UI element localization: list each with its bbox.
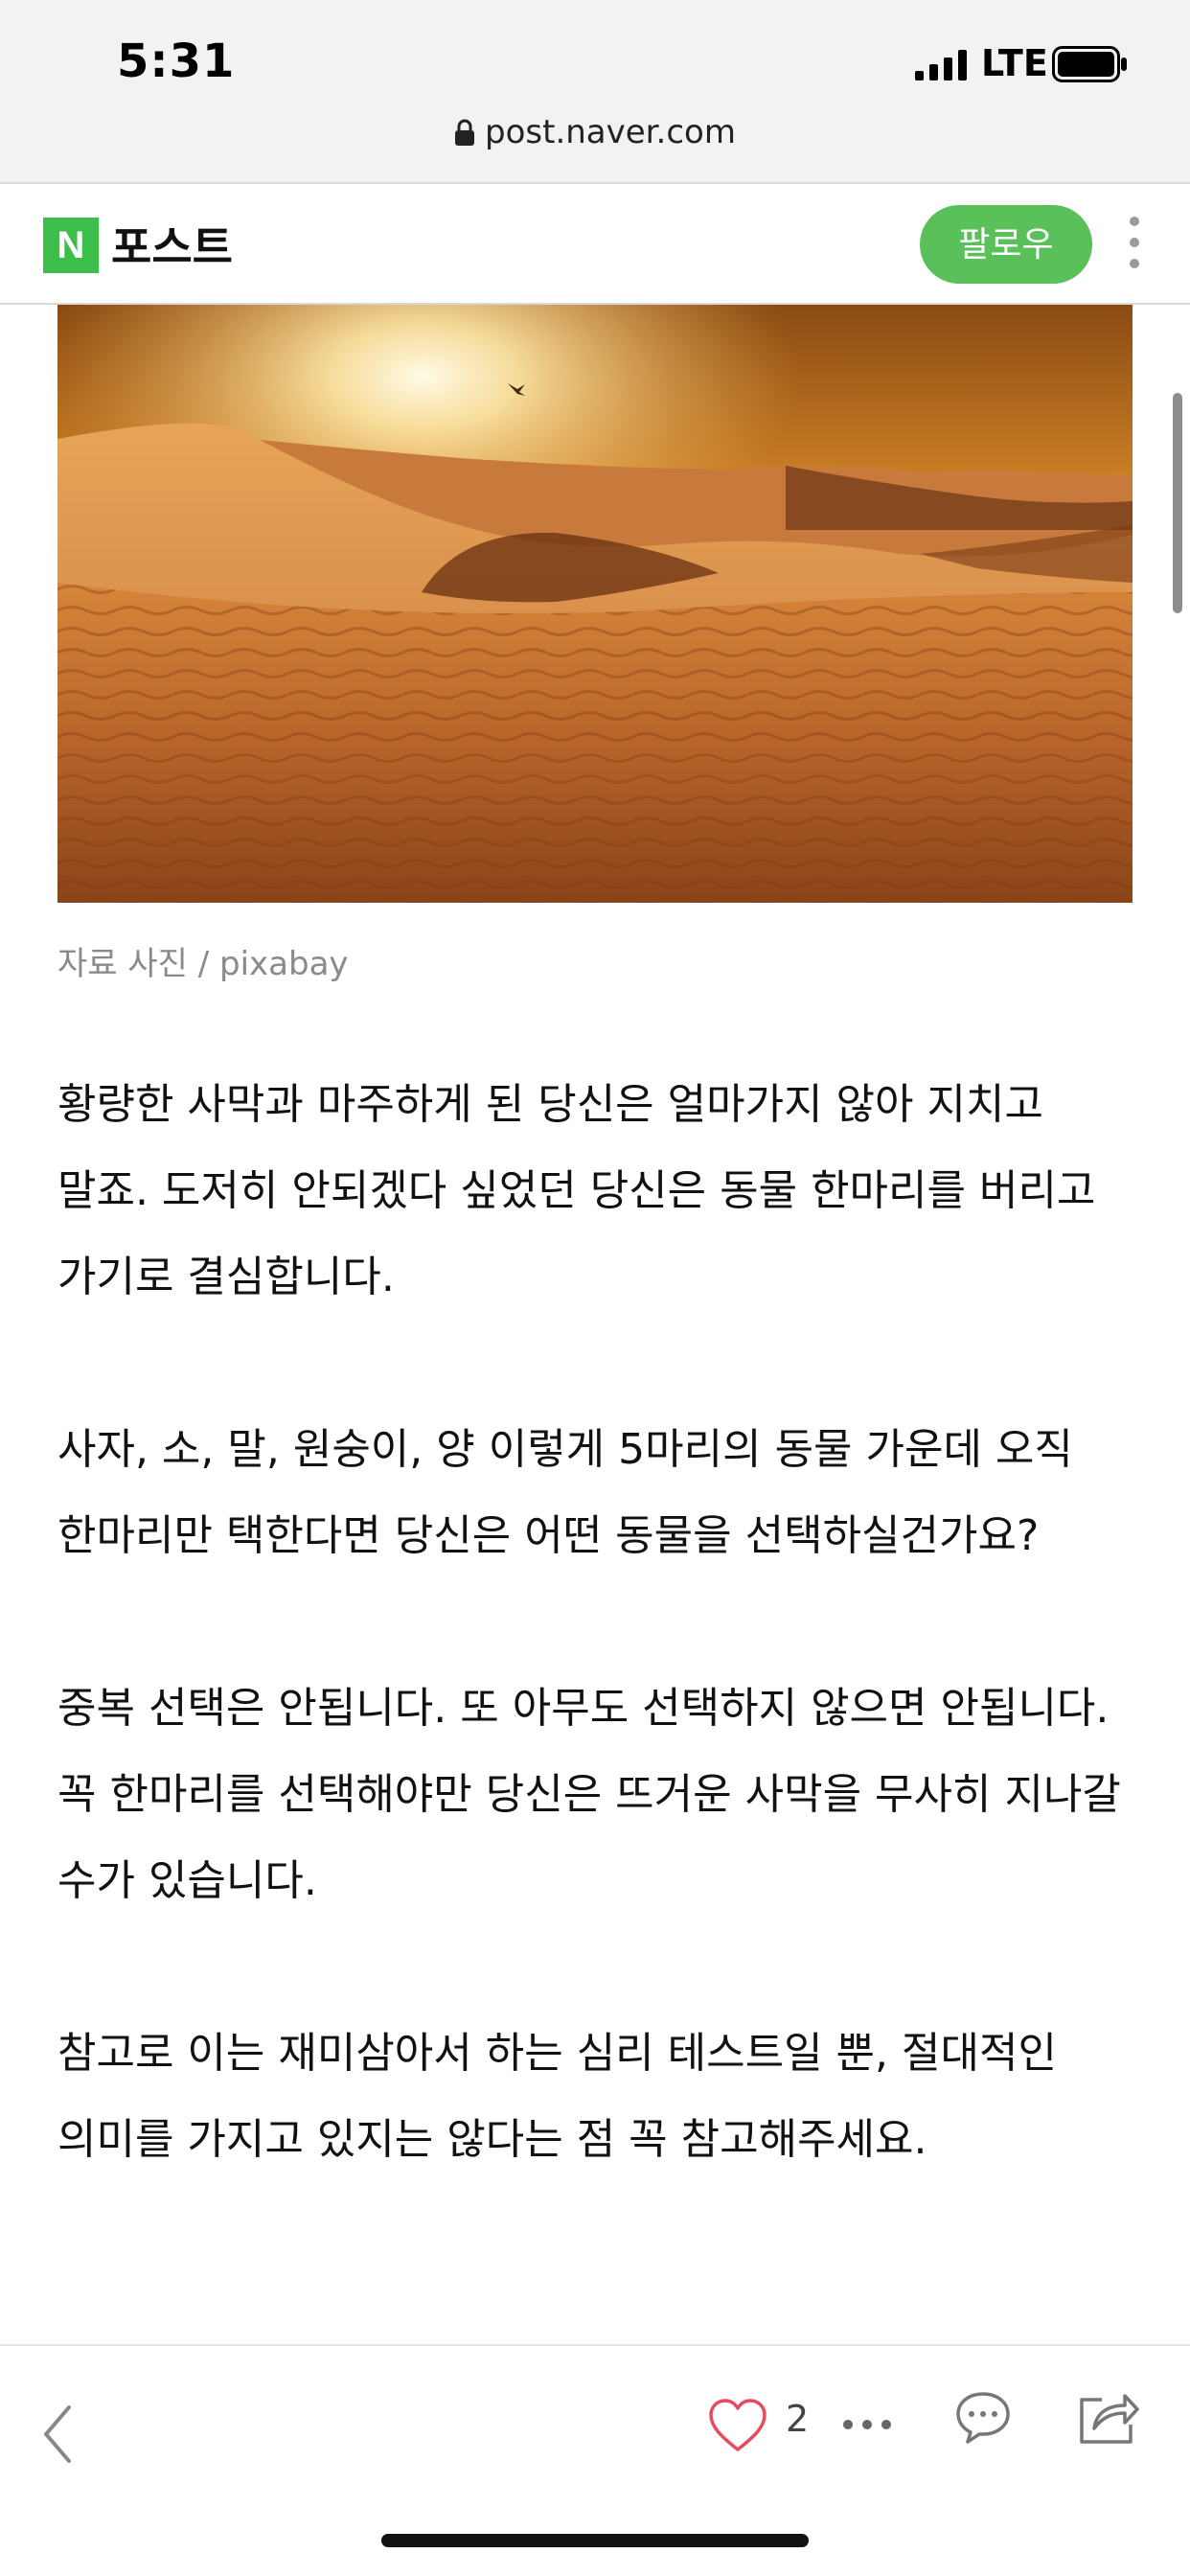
service-name[interactable]: 포스트 [111, 213, 233, 276]
heart-icon[interactable] [707, 2398, 768, 2453]
more-options-icon[interactable] [1125, 217, 1144, 274]
article-paragraph: 황량한 사막과 마주하게 된 당신은 얼마가지 않아 지치고 말죠. 도저히 안… [57, 1080, 1096, 1301]
desert-dunes-image [57, 305, 1133, 903]
comment-icon[interactable] [954, 2390, 1012, 2446]
home-indicator[interactable] [381, 2534, 809, 2547]
image-caption: 자료 사진 / pixabay [57, 945, 349, 983]
network-type: LTE [981, 42, 1048, 84]
article-body: 황량한 사막과 마주하게 된 당신은 얼마가지 않아 지치고 말죠. 도저히 안… [57, 1062, 1140, 2269]
signal-strength-icon [915, 50, 967, 80]
article-paragraph: 사자, 소, 말, 원숭이, 양 이렇게 5마리의 동물 가운데 오직 한마리만… [57, 1425, 1073, 1560]
more-dots-icon[interactable] [841, 2417, 893, 2432]
status-time: 5:31 [117, 34, 236, 88]
battery-icon [1052, 46, 1127, 82]
url-bar[interactable]: post.naver.com [0, 113, 1190, 151]
like-count: 2 [786, 2398, 810, 2440]
back-icon[interactable] [38, 2404, 77, 2465]
follow-button[interactable]: 팔로우 [920, 205, 1092, 284]
article-paragraph: 참고로 이는 재미삼아서 하는 심리 테스트일 뿐, 절대적인 의미를 가지고 … [57, 2029, 1057, 2164]
status-bar: 5:31 LTE post.naver.com [0, 0, 1190, 182]
article-paragraph: 중복 선택은 안됩니다. 또 아무도 선택하지 않으면 안됩니다. 꼭 한마리를… [57, 1684, 1121, 1905]
article-image[interactable] [57, 305, 1133, 903]
lock-icon [455, 119, 475, 146]
url-text: post.naver.com [485, 113, 736, 151]
share-icon[interactable] [1077, 2386, 1140, 2446]
app-header: N 포스트 팔로우 [0, 182, 1190, 305]
naver-logo[interactable]: N [43, 218, 99, 273]
scrollbar-thumb[interactable] [1173, 393, 1182, 613]
